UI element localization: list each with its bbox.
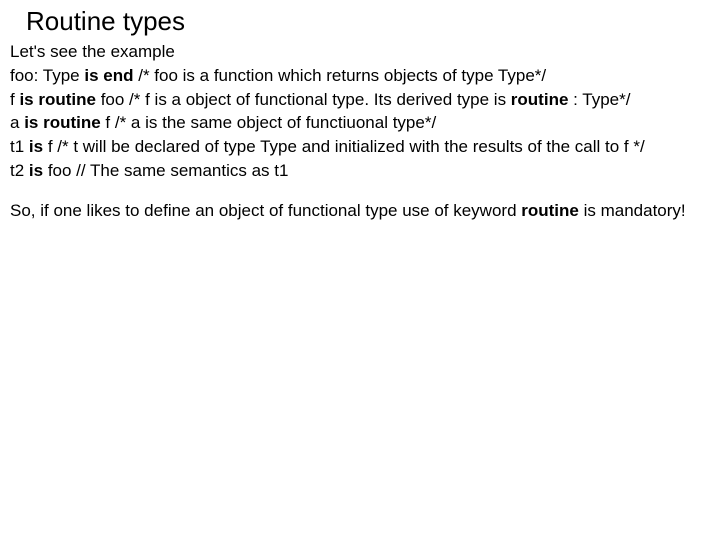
text: t2	[10, 161, 29, 180]
text: foo /* f is a object of functional type.…	[101, 90, 511, 109]
text: f /* t will be declared of type Type and…	[48, 137, 645, 156]
text: foo: Type	[10, 66, 84, 85]
text: : Type*/	[573, 90, 630, 109]
keyword-is: is	[29, 137, 48, 156]
keyword-is: is	[29, 161, 48, 180]
text: f /* a is the same object of functiuonal…	[105, 113, 436, 132]
body-text: Let's see the example foo: Type is end /…	[10, 41, 710, 221]
keyword-is-routine: is routine	[24, 113, 105, 132]
text: a	[10, 113, 24, 132]
page-title: Routine types	[26, 6, 710, 37]
text: foo // The same semantics as t1	[48, 161, 289, 180]
conclusion: So, if one likes to define an object of …	[10, 200, 710, 222]
example-a: a is routine f /* a is the same object o…	[10, 112, 710, 134]
text: is mandatory!	[584, 201, 686, 220]
example-foo: foo: Type is end /* foo is a function wh…	[10, 65, 710, 87]
keyword-is-routine: is routine	[19, 90, 100, 109]
text: So, if one likes to define an object of …	[10, 201, 521, 220]
keyword-routine: routine	[521, 201, 583, 220]
example-t2: t2 is foo // The same semantics as t1	[10, 160, 710, 182]
keyword-routine: routine	[511, 90, 573, 109]
text: t1	[10, 137, 29, 156]
example-f: f is routine foo /* f is a object of fun…	[10, 89, 710, 111]
slide: Routine types Let's see the example foo:…	[0, 0, 720, 540]
keyword-is-end: is end	[84, 66, 138, 85]
intro-line: Let's see the example	[10, 41, 710, 63]
comment: /* foo is a function which returns objec…	[138, 66, 546, 85]
example-t1: t1 is f /* t will be declared of type Ty…	[10, 136, 710, 158]
